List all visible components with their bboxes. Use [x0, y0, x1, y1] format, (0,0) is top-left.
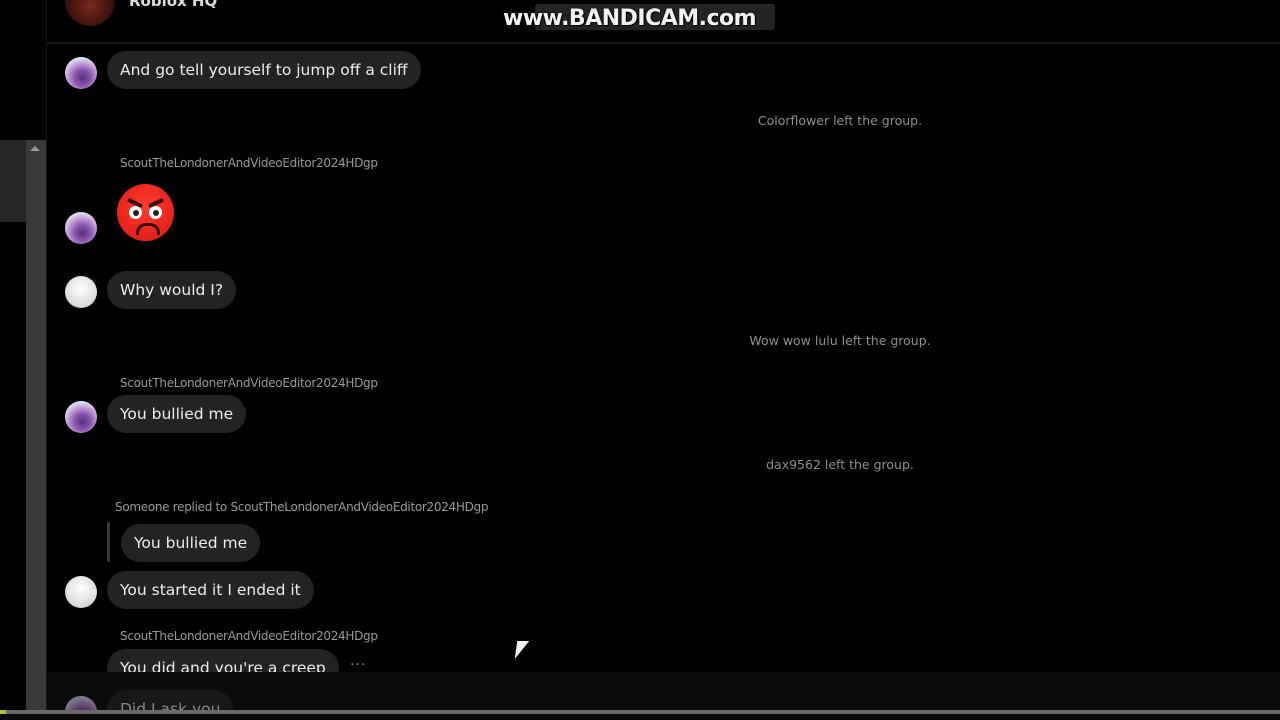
- recording-watermark: www.BANDICAM.com: [503, 4, 775, 32]
- group-name[interactable]: Roblox HQ: [129, 0, 217, 10]
- reply-indicator: [107, 522, 110, 562]
- group-avatar[interactable]: [65, 0, 115, 26]
- left-panel-card[interactable]: [0, 140, 26, 222]
- message-bubble[interactable]: You started it I ended it: [107, 571, 314, 609]
- system-message: Colorflower left the group.: [757, 113, 923, 128]
- emoji-eye: [149, 206, 162, 219]
- message-bubble[interactable]: And go tell yourself to jump off a cliff: [107, 51, 421, 89]
- user-avatar[interactable]: [65, 576, 97, 608]
- message-bubble[interactable]: You bullied me: [107, 395, 247, 433]
- more-actions-icon[interactable]: ···: [350, 657, 366, 673]
- system-message: dax9562 left the group.: [766, 457, 914, 472]
- chat-window: Roblox HQ www.BANDICAM.com And go tell y…: [0, 0, 1280, 720]
- system-message: Wow wow lulu left the group.: [749, 333, 931, 348]
- reply-header: Someone replied to ScoutTheLondonerAndVi…: [115, 500, 489, 514]
- watermark-text: www.BANDICAM.com: [503, 6, 757, 31]
- sender-name[interactable]: ScoutTheLondonerAndVideoEditor2024HDgp: [120, 376, 378, 390]
- sender-name[interactable]: ScoutTheLondonerAndVideoEditor2024HDgp: [120, 629, 378, 643]
- emoji-mouth: [136, 223, 160, 235]
- sender-name[interactable]: ScoutTheLondonerAndVideoEditor2024HDgp: [120, 156, 378, 170]
- mouse-cursor-icon: [514, 641, 530, 659]
- user-avatar[interactable]: [65, 212, 97, 244]
- scroll-up-arrow-icon[interactable]: [30, 146, 40, 151]
- emoji-eye: [129, 206, 142, 219]
- divider: [46, 0, 47, 720]
- bottom-edge: [0, 714, 1280, 720]
- user-avatar[interactable]: [65, 401, 97, 433]
- user-avatar[interactable]: [65, 276, 97, 308]
- angry-face-emoji-icon[interactable]: [117, 184, 174, 241]
- user-avatar[interactable]: [65, 57, 97, 89]
- left-scrollbar[interactable]: [26, 140, 46, 715]
- quoted-message-bubble[interactable]: You bullied me: [121, 524, 261, 562]
- message-bubble[interactable]: Why would I?: [107, 271, 237, 309]
